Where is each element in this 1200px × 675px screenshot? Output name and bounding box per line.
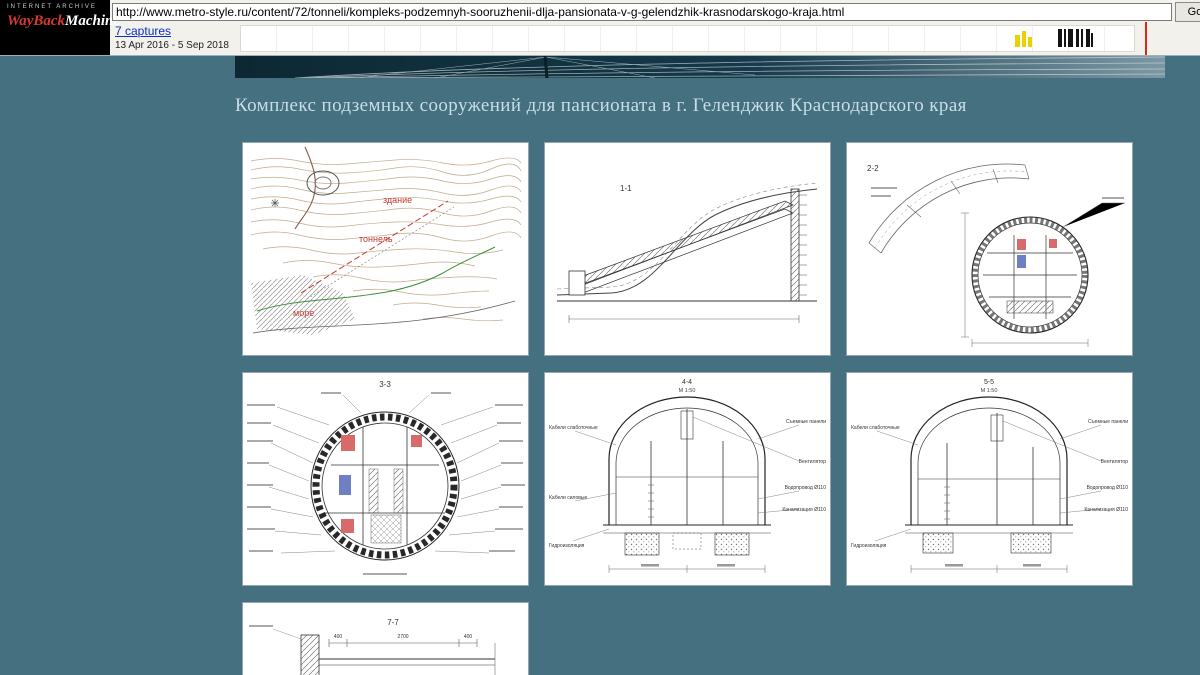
timeline-bar	[1058, 29, 1062, 47]
tunnel-structure-hatched	[575, 201, 793, 285]
dimension-number: 400	[334, 634, 343, 640]
timeline-bar	[1015, 35, 1020, 47]
thumbnail-section-7-7[interactable]: 7-7 400 2700 400	[243, 603, 528, 675]
thumbnail-section-5-5[interactable]: 5-5 М 1:50 Кабели слаботочные Съемные па…	[847, 373, 1132, 585]
timeline-bar	[1068, 29, 1073, 47]
scale-label: М 1:50	[679, 388, 696, 394]
timeline-bar	[1028, 37, 1032, 47]
captures-link[interactable]: 7 captures	[115, 24, 229, 38]
invert-hatch	[1007, 301, 1053, 313]
annotation: Гидроизоляция	[549, 543, 585, 549]
annotation: Водопровод Ø110	[785, 485, 827, 491]
footing-left	[625, 533, 659, 555]
annotation: Кабели слаботочные	[549, 425, 598, 431]
stair-crosshatch	[371, 515, 401, 543]
wayback-wordmark: WayBackMachine	[7, 13, 110, 30]
timeline-bar	[1081, 29, 1083, 47]
timeline-bar	[1064, 29, 1066, 47]
banner-art	[235, 55, 1165, 78]
highlight-red	[411, 435, 422, 447]
go-button[interactable]: Go	[1175, 2, 1200, 22]
annotation: Съемные панели	[1088, 419, 1128, 425]
thumbnail-section-4-4[interactable]: 4-4 М 1:50 Кабели слаботочные Кабели сил…	[545, 373, 830, 585]
label-tunnel: тоннель	[359, 234, 393, 244]
column-hatched	[369, 469, 378, 513]
dimension-line	[569, 315, 799, 323]
section-label: 1-1	[620, 184, 632, 193]
annotation-text-mark	[249, 625, 273, 627]
alignment-fan	[869, 164, 1029, 253]
wall-section-hatched	[301, 635, 319, 675]
pile-wall	[791, 189, 799, 301]
timeline-bar	[1022, 31, 1026, 47]
access-road-line	[295, 147, 315, 229]
annotation: Канализация Ø110	[782, 507, 826, 513]
tunnel-invert	[575, 209, 793, 293]
banner-mast	[545, 55, 547, 78]
dimension-number: 2700	[397, 634, 408, 640]
highlight-red	[1049, 239, 1057, 248]
column-hatched	[394, 469, 403, 513]
dimension-line	[911, 565, 1067, 573]
dimension-numbers	[945, 564, 1041, 567]
footing-right	[1011, 533, 1051, 553]
thumbnail-section-2-2[interactable]: 2-2	[847, 143, 1132, 355]
timeline-bar	[1091, 33, 1093, 47]
label-sea: море	[293, 308, 314, 318]
annotation: Вентилятор	[1101, 459, 1129, 465]
highlight-blue	[1017, 255, 1026, 268]
highlight-red	[341, 519, 354, 533]
annotation: Кабели силовые	[549, 495, 588, 501]
section-label: 7-7	[387, 618, 399, 627]
annotation: Канализация Ø110	[1084, 507, 1128, 513]
captures-info: 7 captures 13 Apr 2016 - 5 Sep 2018	[115, 24, 229, 51]
dimension-number: 400	[464, 634, 473, 640]
drawings-grid: здание тоннель море 1-1 2-2	[243, 143, 1133, 675]
section-label: 3-3	[379, 380, 391, 389]
dimension-line	[609, 565, 765, 573]
annotation: Гидроизоляция	[851, 543, 887, 549]
thumbnail-section-3-3[interactable]: 3-3	[243, 373, 528, 585]
annotation: Съемные панели	[786, 419, 826, 425]
url-bar: Go	[112, 2, 1200, 22]
captures-timeline[interactable]	[240, 25, 1135, 52]
label-building: здание	[383, 195, 412, 205]
wayback-machine-logo[interactable]: INTERNET ARCHIVE WayBackMachine	[0, 0, 110, 55]
internet-archive-label: INTERNET ARCHIVE	[7, 4, 110, 10]
center-trench	[673, 533, 701, 549]
footing-left	[923, 533, 953, 553]
partitions	[918, 413, 1060, 525]
page-title: Комплекс подземных сооружений для пансио…	[235, 95, 1195, 117]
timeline-bar	[1076, 29, 1079, 47]
annotation-text-marks	[247, 392, 525, 575]
section-label: 4-4	[682, 379, 692, 386]
url-input[interactable]	[112, 3, 1172, 21]
highlight-red	[341, 435, 355, 451]
header-banner-image	[235, 55, 1165, 78]
section-label: 2-2	[867, 164, 879, 173]
anchor-ticks	[799, 195, 807, 295]
wayback-toolbar: INTERNET ARCHIVE WayBackMachine Go 7 cap…	[0, 0, 1200, 56]
tunnel-outline	[911, 397, 1067, 525]
benchmark-symbol	[271, 199, 279, 207]
portal-box	[569, 271, 585, 295]
thumbnail-site-plan[interactable]: здание тоннель море	[243, 143, 528, 355]
callout-leader	[273, 629, 301, 639]
footing-right	[715, 533, 749, 555]
highlight-red	[1017, 239, 1026, 250]
dimension-line	[329, 639, 477, 647]
thumbnail-section-1-1[interactable]: 1-1	[545, 143, 830, 355]
partitions	[616, 409, 758, 525]
dimension-numbers	[641, 564, 735, 567]
annotation: Кабели слаботочные	[851, 425, 900, 431]
annotation: Водопровод Ø110	[1087, 485, 1129, 491]
section-label: 5-5	[984, 379, 994, 386]
highlight-blue	[339, 475, 351, 495]
annotation: Вентилятор	[799, 459, 827, 465]
capture-date-range: 13 Apr 2016 - 5 Sep 2018	[115, 40, 229, 51]
timeline-current-marker	[1145, 22, 1147, 55]
timeline-bar	[1086, 29, 1090, 47]
scale-label: М 1:50	[981, 388, 998, 394]
